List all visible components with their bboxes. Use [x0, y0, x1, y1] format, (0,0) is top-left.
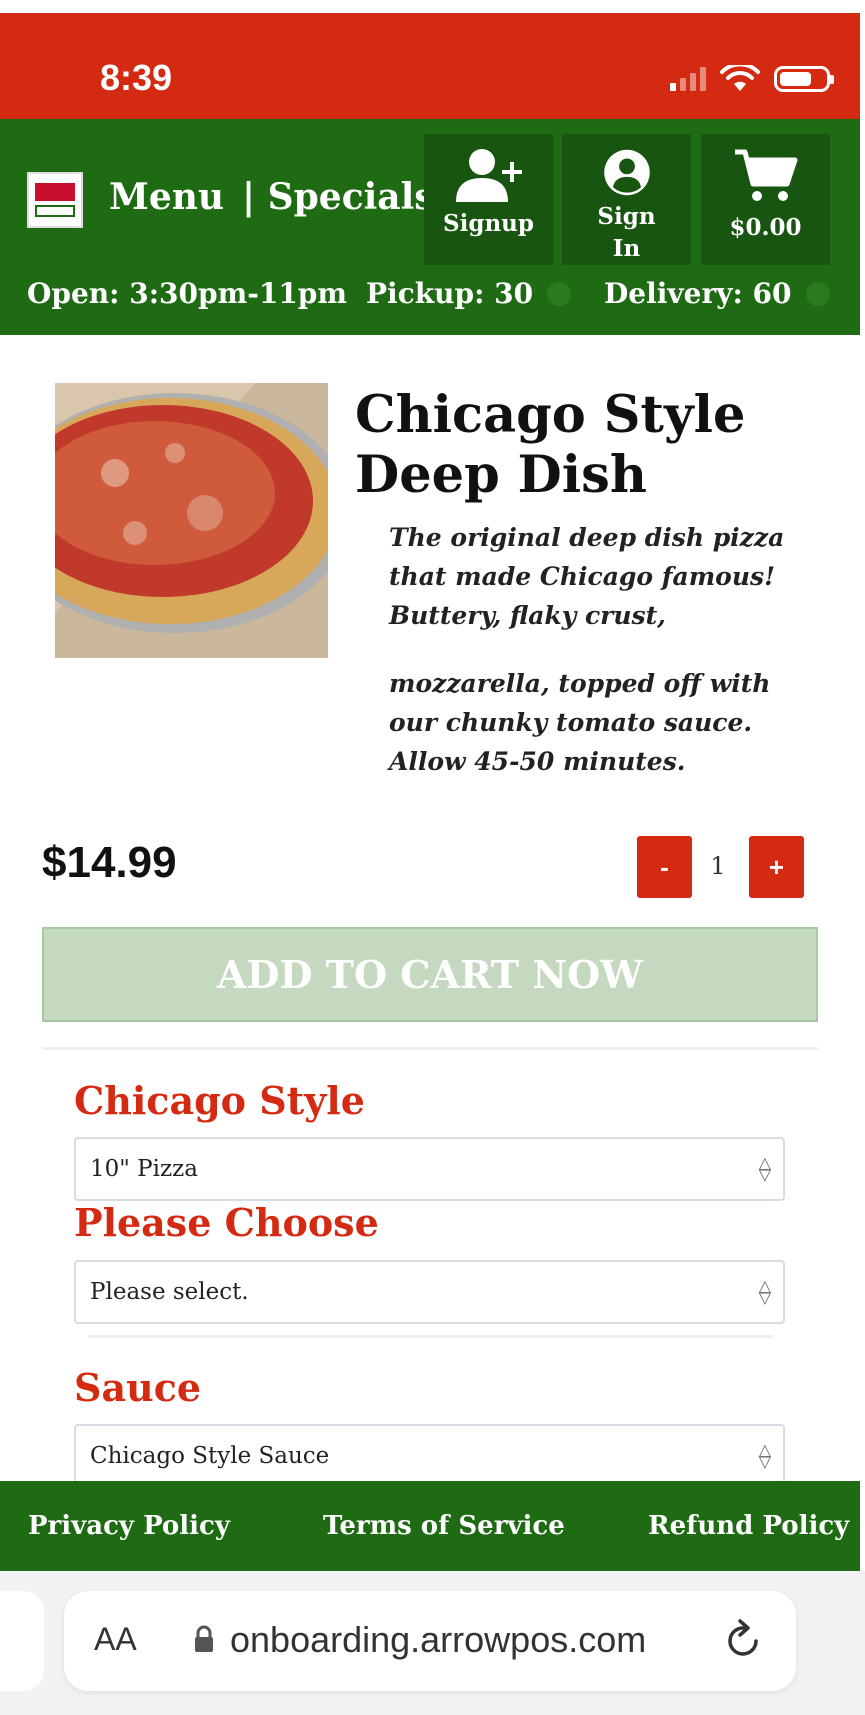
select-arrows-icon: △ ▽	[758, 1440, 771, 1471]
product-description: The original deep dish pizza that made C…	[389, 523, 785, 630]
sauce-label: Sauce	[74, 1365, 202, 1410]
address-bar[interactable]: AA onboarding.arrowpos.com	[64, 1591, 796, 1691]
please-choose-select[interactable]: Please select. △ ▽	[74, 1260, 785, 1324]
select-arrows-icon: △ ▽	[758, 1276, 771, 1307]
sauce-select[interactable]: Chicago Style Sauce △ ▽	[74, 1424, 785, 1488]
product-image	[55, 383, 328, 658]
add-user-icon	[455, 149, 522, 202]
status-bar: 8:39	[0, 13, 860, 119]
cellular-signal-icon	[670, 67, 706, 91]
nav-menu-link[interactable]: Menu	[109, 176, 224, 218]
signin-button[interactable]: Sign In	[562, 134, 691, 265]
previous-tab-edge[interactable]	[0, 1591, 44, 1691]
clock-icon	[805, 281, 830, 306]
status-time: 8:39	[100, 57, 173, 98]
status-icons	[670, 65, 834, 93]
divider	[88, 1335, 773, 1338]
cart-button[interactable]: $0.00	[701, 134, 830, 265]
sauce-value: Chicago Style Sauce	[90, 1443, 330, 1469]
site-footer: Privacy Policy Terms of Service Refund P…	[0, 1481, 860, 1571]
decrease-quantity-button[interactable]: -	[637, 836, 692, 898]
refund-policy-link[interactable]: Refund Policy	[648, 1511, 849, 1541]
pickup-label: Pickup: 30	[366, 277, 534, 310]
quantity-value: 1	[710, 852, 726, 880]
nav-specials-link[interactable]: | Specials	[242, 176, 435, 218]
pickup-time: Pickup: 30	[366, 277, 572, 310]
product-description-continued: mozzarella, topped off with our chunky t…	[389, 669, 771, 776]
product-name: Chicago Style Deep Dish	[355, 385, 746, 505]
chicago-style-label: Chicago Style	[74, 1078, 365, 1123]
terms-of-service-link[interactable]: Terms of Service	[323, 1511, 565, 1541]
increase-quantity-button[interactable]: +	[749, 836, 804, 898]
signin-label: Sign In	[597, 203, 656, 262]
open-hours: Open: 3:30pm-11pm	[27, 277, 348, 310]
cart-icon	[734, 149, 797, 201]
divider	[42, 1047, 818, 1050]
delivery-label: Delivery: 60	[604, 277, 792, 310]
signup-button[interactable]: Signup	[424, 134, 553, 265]
chicago-style-value: 10" Pizza	[90, 1156, 198, 1182]
text-size-button[interactable]: AA	[94, 1621, 137, 1658]
wifi-icon	[720, 65, 760, 91]
url-text: onboarding.arrowpos.com	[230, 1619, 647, 1660]
clock-icon	[547, 281, 572, 306]
browser-toolbar: AA onboarding.arrowpos.com	[0, 1571, 865, 1715]
lock-icon	[195, 1625, 213, 1652]
select-arrows-icon: △ ▽	[758, 1153, 771, 1184]
product-price: $14.99	[42, 838, 177, 887]
please-choose-value: Please select.	[90, 1279, 249, 1305]
signup-label: Signup	[443, 210, 534, 237]
add-to-cart-button[interactable]: ADD TO CART NOW	[42, 927, 818, 1022]
user-circle-icon	[603, 149, 650, 196]
delivery-time: Delivery: 60	[604, 277, 830, 310]
reload-icon[interactable]	[724, 1617, 764, 1661]
restaurant-logo[interactable]	[27, 172, 83, 228]
cart-total: $0.00	[729, 214, 802, 241]
chicago-style-select[interactable]: 10" Pizza △ ▽	[74, 1137, 785, 1201]
privacy-policy-link[interactable]: Privacy Policy	[28, 1511, 230, 1541]
please-choose-label: Please Choose	[74, 1200, 379, 1245]
battery-icon	[774, 66, 834, 92]
